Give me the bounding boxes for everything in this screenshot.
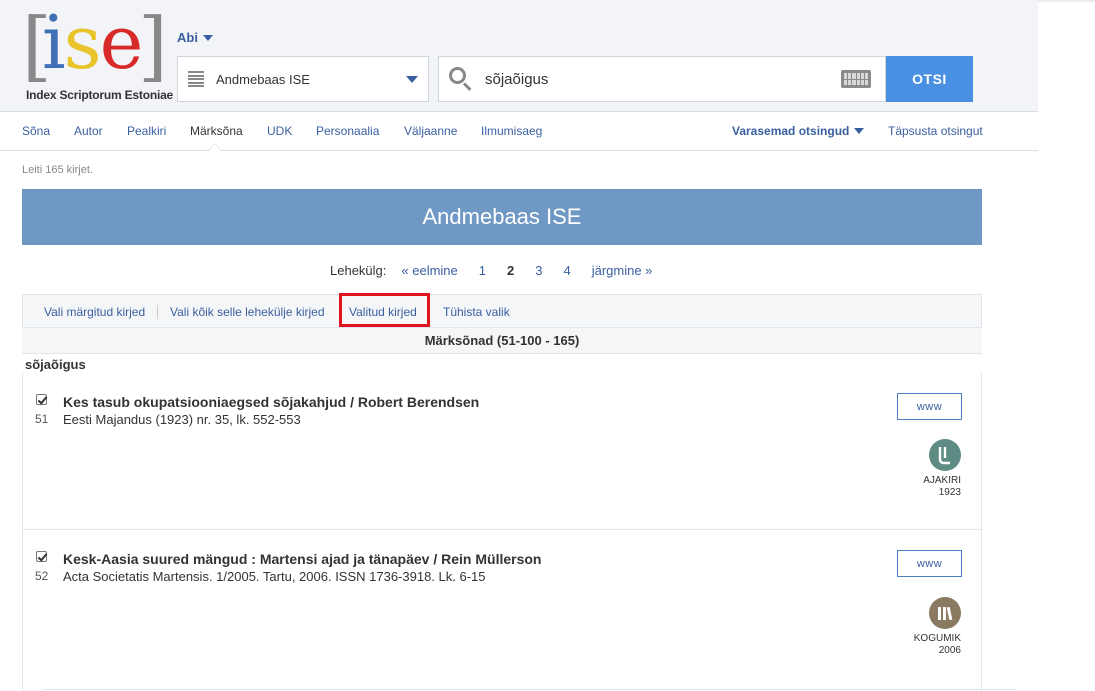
keyboard-icon[interactable] [841,70,871,88]
record-source: Eesti Majandus (1923) nr. 35, lk. 552-55… [63,412,301,427]
database-banner: Andmebaas ISE [22,189,982,245]
results-list: 51 Kes tasub okupatsiooniaegsed sõjakahj… [22,373,982,691]
search-input-box[interactable]: sõjaõigus [438,56,886,102]
tab-autor[interactable]: Autor [74,124,103,138]
help-menu[interactable]: Abi [177,30,213,45]
previous-searches-menu[interactable]: Varasemad otsingud [732,124,865,138]
www-link-button[interactable]: www [897,393,962,420]
pager-next-link[interactable]: järgmine » [592,263,653,278]
tab-udk[interactable]: UDK [267,124,292,138]
journal-icon [929,439,961,471]
record-type-label: AJAKIRI 1923 [923,475,961,498]
list-icon [188,71,204,87]
tab-ilmumisaeg[interactable]: Ilmumisaeg [481,124,542,138]
record-title[interactable]: Kesk-Aasia suured mängud : Martensi ajad… [63,551,541,567]
tab-valjaanne[interactable]: Väljaanne [404,124,457,138]
pager-label: Lehekülg: [330,263,387,278]
pager-page-1[interactable]: 1 [479,263,486,278]
list-item: 51 Kes tasub okupatsiooniaegsed sõjakahj… [23,373,981,530]
logo-bracket-right: ] [138,1,168,90]
tab-sona[interactable]: Sõna [22,124,50,138]
record-number: 52 [35,569,49,583]
logo-tagline: Index Scriptorum Estoniae [26,88,174,102]
record-title[interactable]: Kes tasub okupatsiooniaegsed sõjakahjud … [63,394,479,410]
list-item: 52 Kesk-Aasia suured mängud : Martensi a… [23,531,981,691]
tab-pealkiri[interactable]: Pealkiri [127,124,166,138]
search-field-tabs: Sõna Autor Pealkiri Märksõna UDK Persona… [0,112,1038,151]
books-icon [929,597,961,629]
database-select[interactable]: Andmebaas ISE [177,56,429,102]
record-number: 51 [35,412,49,426]
results-count: Leiti 165 kirjet. [22,164,93,176]
clear-selection-link[interactable]: Tühista valik [443,305,510,319]
bottom-divider [44,689,1016,690]
search-icon [449,67,473,91]
highlight-box [339,293,430,327]
database-select-value: Andmebaas ISE [216,71,310,87]
header: [ ise ] Index Scriptorum Estoniae Abi An… [0,0,1038,112]
record-type-label: KOGUMIK 2006 [913,633,961,656]
select-marked-link[interactable]: Vali märgitud kirjed [44,305,145,319]
pager-page-4[interactable]: 4 [563,263,570,278]
ise-logo[interactable]: [ ise ] Index Scriptorum Estoniae [22,0,173,106]
pager-page-2: 2 [507,263,515,278]
chevron-down-icon [854,128,865,134]
help-label: Abi [177,30,198,45]
chevron-down-icon [202,34,213,41]
selection-toolbar: Vali märgitud kirjed Vali kõik selle leh… [22,294,982,328]
tab-marksona[interactable]: Märksõna [190,124,243,138]
select-page-link[interactable]: Vali kõik selle lehekülje kirjed [170,305,325,319]
record-checkbox[interactable] [36,551,47,562]
active-tab-pointer [208,143,222,151]
refine-search-link[interactable]: Täpsusta otsingut [888,124,983,138]
record-source: Acta Societatis Martensis. 1/2005. Tartu… [63,569,486,584]
pagination: Lehekülg: « eelmine 1 2 3 4 järgmine » [330,263,673,278]
www-link-button[interactable]: www [897,550,962,577]
keyword-heading: sõjaõigus [25,357,86,372]
previous-searches-label: Varasemad otsingud [732,124,850,138]
section-header: Märksõnad (51-100 - 165) [22,328,982,354]
tab-personaalia[interactable]: Personaalia [316,124,379,138]
pager-prev-link[interactable]: « eelmine [401,263,457,278]
search-input[interactable]: sõjaõigus [485,71,841,88]
search-button[interactable]: OTSI [886,56,973,102]
chevron-down-icon [406,75,418,83]
divider [157,305,158,319]
pager-page-3[interactable]: 3 [535,263,542,278]
record-checkbox[interactable] [36,394,47,405]
logo-letters: ise [42,0,143,86]
